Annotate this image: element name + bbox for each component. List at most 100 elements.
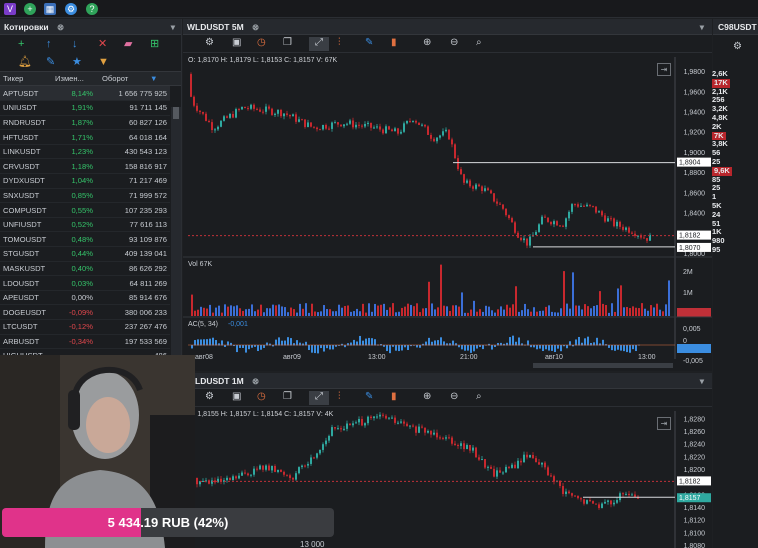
quote-row[interactable]: APEUSDT 0,00% 85 914 676 — [0, 290, 170, 306]
ac-bar — [608, 345, 610, 348]
candle-body — [262, 111, 264, 113]
candle-body — [529, 236, 531, 246]
quote-ticker: SNXUSDT — [0, 188, 52, 204]
quote-row[interactable]: UNFIUSDT 0,52% 77 616 113 — [0, 217, 170, 233]
ac-bar — [551, 345, 553, 351]
add-icon[interactable]: + — [18, 37, 24, 51]
column-ticker[interactable]: Тикер — [3, 72, 23, 86]
volume-bar — [602, 303, 604, 316]
candle-body — [397, 422, 399, 424]
chart-top-canvas[interactable]: 1,9800 1,9600 1,9400 1,9200 1,9000 1,8800 1,86… — [183, 19, 712, 371]
close-icon[interactable]: ⊗ — [57, 22, 64, 32]
arrow-up-icon[interactable]: ↑ — [46, 37, 52, 51]
candle-body — [412, 425, 414, 427]
column-volume[interactable]: Оборот — [102, 72, 128, 86]
price-box-current-text: 1,8182 — [679, 478, 701, 485]
chevron-down-icon[interactable]: ▾ — [171, 19, 175, 35]
candle-body — [574, 204, 576, 206]
quote-row[interactable]: STGUSDT 0,44% 409 139 041 — [0, 246, 170, 262]
scrollbar-thumb[interactable] — [173, 107, 179, 119]
quote-row[interactable]: LDOUSDT 0,03% 64 811 269 — [0, 275, 170, 291]
quote-volume: 409 139 041 — [96, 246, 170, 262]
candle-body — [382, 129, 384, 134]
quote-row[interactable]: RNDRUSDT 1,87% 60 827 126 — [0, 115, 170, 131]
volume-bar — [599, 291, 601, 316]
ac-bar — [248, 345, 250, 350]
add-icon[interactable]: + — [24, 3, 36, 15]
volume-bar — [299, 303, 301, 316]
volume-bar — [551, 311, 553, 316]
quote-row[interactable]: HFTUSDT 1,71% 64 018 164 — [0, 129, 170, 145]
quote-row[interactable]: LINKUSDT 1,23% 430 543 123 — [0, 144, 170, 160]
volume-bar — [275, 305, 277, 316]
ac-bar — [545, 345, 547, 350]
delete-icon[interactable]: ✕ — [98, 37, 107, 51]
candle-body — [448, 129, 450, 140]
new-window-icon[interactable]: ⊞ — [150, 37, 159, 51]
ac-bar — [194, 340, 196, 346]
quote-row[interactable]: COMPUSDT 0,55% 107 235 293 — [0, 202, 170, 218]
candle-body — [502, 204, 504, 209]
quote-row[interactable]: UNIUSDT 1,91% 91 711 145 — [0, 100, 170, 116]
quote-ticker: UNFIUSDT — [0, 217, 52, 233]
candle-body — [586, 500, 588, 504]
eraser-icon[interactable]: ▰ — [124, 37, 132, 51]
ac-bar — [476, 345, 478, 349]
candle-body — [310, 457, 312, 464]
ac-bar — [404, 345, 406, 348]
volume-tick-label: 1M — [683, 290, 693, 297]
quote-row[interactable]: TOMOUSDT 0,48% 93 109 876 — [0, 231, 170, 248]
ac-bar — [626, 345, 628, 353]
settings-icon[interactable]: ⚙ — [65, 3, 77, 15]
quote-row[interactable]: APTUSDT 8,14% 1 656 775 925 — [0, 86, 170, 102]
quote-ticker: STGUSDT — [0, 246, 52, 262]
ac-bar — [209, 338, 211, 346]
app-logo-icon[interactable]: V — [4, 3, 16, 15]
candle-body — [565, 218, 567, 227]
settings-icon[interactable]: ⚙ — [733, 41, 742, 52]
calculator-icon[interactable]: ▦ — [44, 3, 56, 15]
quote-row[interactable]: LTCUSDT -0,12% 237 267 476 — [0, 319, 170, 335]
candle-body — [616, 500, 618, 503]
candle-body — [193, 96, 195, 106]
volume-bar — [317, 312, 319, 316]
star-icon[interactable]: ★ — [72, 55, 82, 69]
arrow-down-icon[interactable]: ↓ — [72, 37, 78, 51]
candle-body — [457, 158, 459, 170]
sort-desc-icon[interactable]: ▼ — [150, 72, 158, 86]
quote-volume: 64 018 164 — [96, 129, 170, 145]
help-icon[interactable]: ? — [86, 3, 98, 15]
quote-change: 8,14% — [52, 86, 96, 102]
quote-change: 1,87% — [52, 115, 96, 131]
volume-bar — [569, 308, 571, 316]
candle-body — [505, 208, 507, 216]
ac-label: AC(5, 34) — [188, 321, 218, 328]
ac-bar — [632, 345, 634, 350]
volume-bar — [338, 304, 340, 316]
candle-body — [529, 455, 531, 458]
volume-bar — [194, 310, 196, 316]
edit-icon[interactable]: ✎ — [46, 55, 55, 69]
candle-body — [424, 124, 426, 127]
candle-body — [331, 427, 333, 436]
volume-bar — [395, 312, 397, 316]
volume-bar — [257, 309, 259, 316]
filter-icon[interactable]: ▼ — [98, 55, 109, 69]
volume-bar — [605, 305, 607, 316]
quote-change: -0,09% — [52, 304, 96, 320]
quote-row[interactable]: DYDXUSDT 1,04% 71 217 469 — [0, 173, 170, 189]
ac-bar — [326, 345, 328, 349]
candle-body — [376, 126, 378, 128]
volume-bar — [356, 308, 358, 316]
volume-bar — [449, 310, 451, 316]
bell-icon[interactable]: 🔔︎ — [18, 55, 32, 69]
app-toolbar: V + ▦ ⚙ ? — [0, 0, 758, 18]
quote-row[interactable]: ARBUSDT -0,34% 197 533 569 — [0, 334, 170, 350]
candle-body — [493, 468, 495, 477]
quote-row[interactable]: MASKUSDT 0,40% 86 626 292 — [0, 261, 170, 277]
candle-body — [367, 416, 369, 424]
quote-row[interactable]: CRVUSDT 1,18% 158 816 917 — [0, 158, 170, 175]
quote-row[interactable]: SNXUSDT 0,85% 71 999 572 — [0, 188, 170, 204]
quote-row[interactable]: DOGEUSDT -0,09% 380 006 233 — [0, 304, 170, 320]
column-change[interactable]: Измен... — [55, 72, 84, 86]
